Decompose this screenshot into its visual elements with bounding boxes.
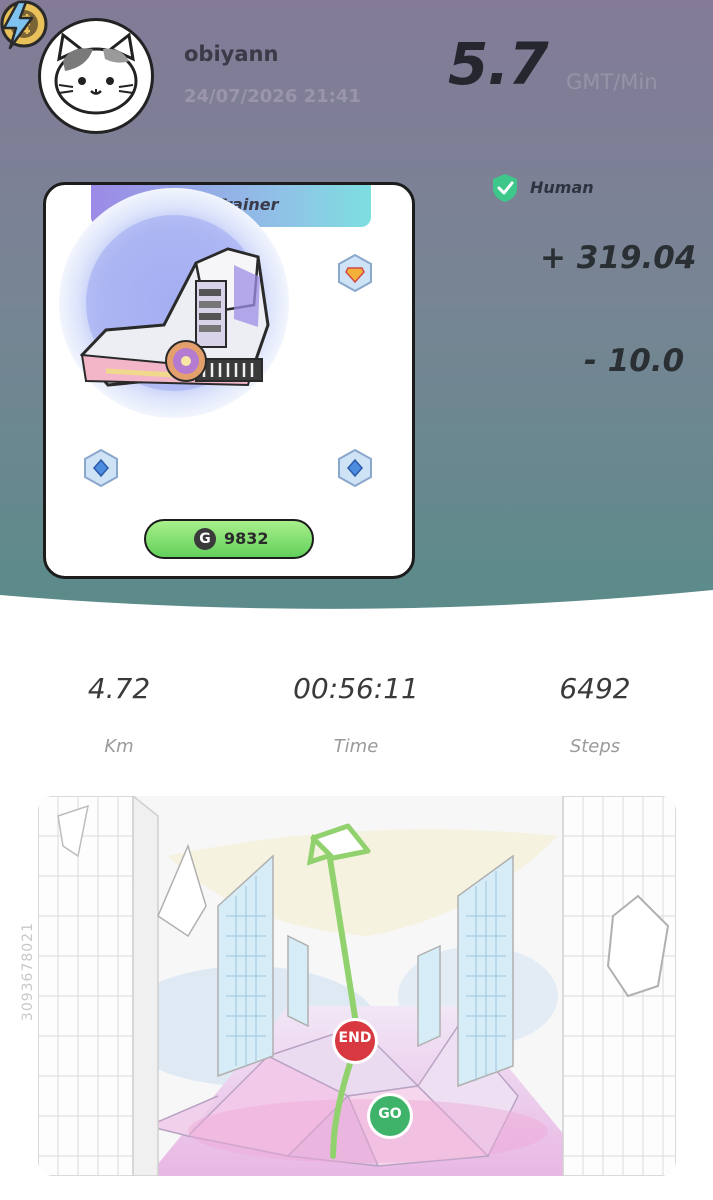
shield-check-icon [493, 174, 517, 202]
energy-spent: - 10.0 [584, 343, 685, 379]
energy-bolt-icon [2, 0, 34, 50]
g-points-icon: G [194, 528, 216, 550]
end-marker-label: END [338, 1030, 372, 1046]
points-value: 9832 [224, 529, 269, 548]
gem-socket-blue-icon[interactable] [81, 448, 121, 488]
human-label: Human [530, 178, 594, 197]
gmt-rate-value: 5.7 [448, 30, 549, 98]
map-watermark-id: 3093678021 [20, 922, 36, 1022]
earned-amount: + 319.04 [540, 240, 697, 276]
steps-label: Steps [569, 736, 621, 757]
gem-socket-blue-icon-2[interactable] [335, 448, 375, 488]
city-map-illustration [38, 796, 676, 1176]
header-panel: obiyann 24/07/2026 21:41 5.7 GMT/Min T T… [0, 0, 713, 660]
avatar[interactable] [38, 18, 154, 134]
distance-value: 4.72 [87, 672, 151, 705]
route-map[interactable]: END GO [38, 796, 676, 1176]
username: obiyann [184, 42, 279, 66]
gem-socket-red-icon-2[interactable] [335, 253, 375, 293]
human-verified: Human [490, 172, 690, 204]
time-label: Time [333, 736, 379, 757]
sneaker-image [59, 188, 289, 418]
sneaker-card[interactable]: T Trainer [43, 182, 415, 579]
points-pill[interactable]: G 9832 [144, 519, 314, 559]
go-marker-label: GO [378, 1106, 402, 1122]
session-datetime: 24/07/2026 21:41 [184, 86, 361, 107]
steps-value: 6492 [559, 672, 631, 705]
gmt-rate-unit: GMT/Min [566, 70, 658, 94]
cat-avatar-icon [54, 32, 138, 115]
time-value: 00:56:11 [293, 672, 419, 705]
distance-label: Km [104, 736, 134, 757]
